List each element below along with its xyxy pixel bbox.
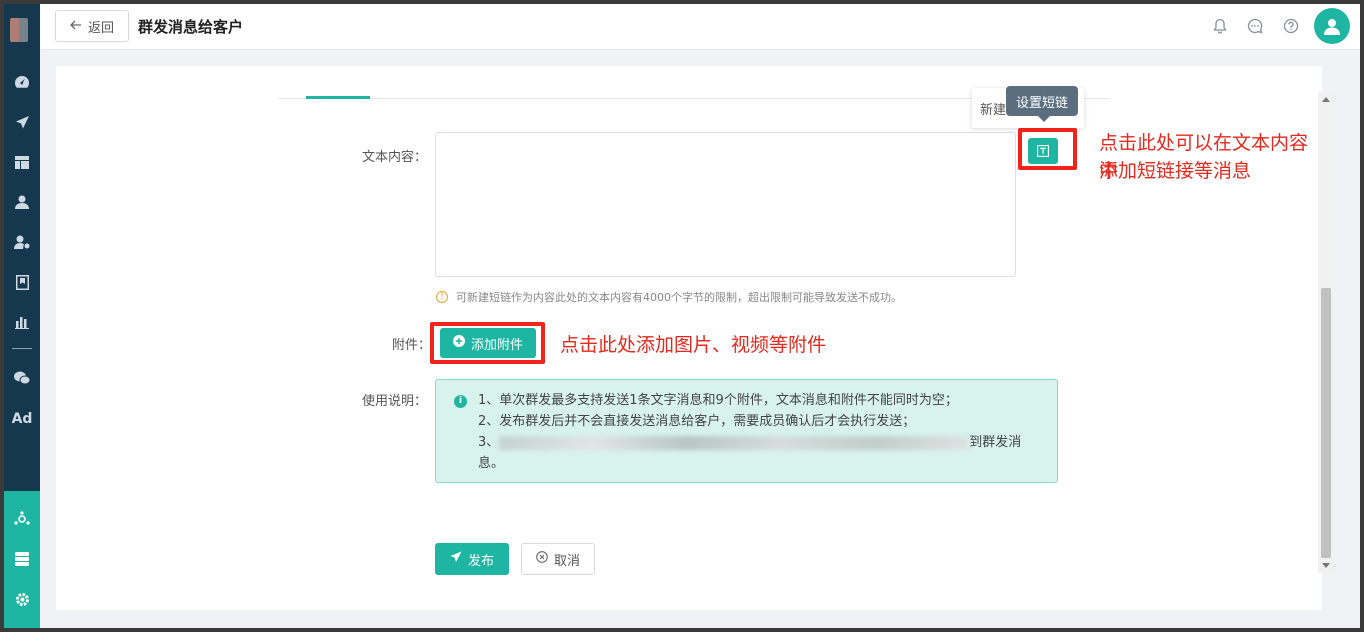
avatar[interactable]: [1314, 8, 1350, 44]
server-icon[interactable]: [4, 547, 40, 571]
attachment-annotation: 点击此处添加图片、视频等附件: [560, 334, 827, 356]
hint-text: 可新建短链作为内容此处的文本内容有4000个字节的限制，超出限制可能导致发送不成…: [456, 291, 902, 304]
text-content-input[interactable]: [435, 132, 1016, 277]
send-icon: [450, 551, 462, 567]
network-icon[interactable]: [4, 507, 40, 531]
sidebar-bottom-panel: [4, 491, 40, 628]
cancel-label: 取消: [553, 553, 580, 569]
sidebar: Ad: [4, 4, 40, 628]
cancel-button[interactable]: 取消: [521, 543, 595, 575]
shortlink-highlight: [1018, 128, 1077, 170]
attachment-highlight: [430, 322, 545, 364]
close-circle-icon: [536, 551, 548, 567]
main-card: 文本内容： 新建 设置短链 点击此处可以在文本内容中 添加短链接等消息 ! 可新…: [56, 66, 1334, 610]
gear-icon[interactable]: [4, 587, 40, 611]
usage-line-2: 2、发布群发后并不会直接发送消息给客户，需要成员确认后才会执行发送；: [478, 414, 916, 429]
back-button[interactable]: 返回: [55, 10, 129, 42]
text-limit-hint: ! 可新建短链作为内容此处的文本内容有4000个字节的限制，超出限制可能导致发送…: [436, 289, 902, 305]
usage-line-4: 息。: [478, 456, 505, 471]
dashboard-icon[interactable]: [4, 70, 40, 94]
user-icon[interactable]: [4, 190, 40, 214]
publish-label: 发布: [467, 553, 494, 569]
active-tab-indicator[interactable]: [306, 96, 370, 99]
vertical-scrollbar[interactable]: [1318, 92, 1334, 573]
usage-line-1: 1、单次群发最多支持发送1条文字消息和9个附件，文本消息和附件不能同时为空；: [478, 393, 958, 408]
page-title: 群发消息给客户: [138, 18, 244, 36]
popup-new-label[interactable]: 新建: [980, 99, 1006, 118]
scrollbar-thumb[interactable]: [1321, 288, 1331, 558]
app-window: Ad 返回 群发消息给客户 文本内容： 新建 设置短链 点击此处可以在文本内容中…: [4, 4, 1360, 628]
bookmark-icon[interactable]: [4, 270, 40, 294]
usage-line-3: 3、 到群发消: [478, 435, 1022, 450]
layout-icon[interactable]: [4, 150, 40, 174]
scroll-up-icon[interactable]: [1322, 97, 1330, 102]
info-icon: i: [454, 395, 467, 408]
bar-chart-icon[interactable]: [4, 310, 40, 334]
text-content-label: 文本内容：: [362, 150, 428, 165]
usage-label: 使用说明：: [362, 394, 428, 409]
warning-icon: !: [436, 291, 448, 303]
redacted-text: [499, 435, 970, 450]
arrow-left-icon: [70, 19, 82, 34]
send-icon[interactable]: [4, 110, 40, 134]
wechat-icon[interactable]: [4, 366, 40, 390]
app-logo: [10, 18, 28, 42]
shortlink-annotation-line2: 添加短链接等消息: [1099, 160, 1252, 182]
help-icon[interactable]: [1282, 17, 1300, 35]
ad-icon[interactable]: Ad: [4, 407, 40, 431]
scroll-down-icon[interactable]: [1322, 563, 1330, 568]
top-header: 返回 群发消息给客户: [40, 4, 1360, 50]
usage-info-box: i 1、单次群发最多支持发送1条文字消息和9个附件，文本消息和附件不能同时为空；…: [435, 379, 1058, 483]
back-label: 返回: [87, 20, 114, 36]
publish-button[interactable]: 发布: [435, 543, 509, 575]
user-settings-icon[interactable]: [4, 230, 40, 254]
sidebar-divider: [12, 348, 32, 349]
attachment-label: 附件：: [392, 338, 432, 353]
chat-icon[interactable]: [1246, 17, 1264, 35]
set-shortlink-tooltip: 设置短链: [1006, 86, 1078, 122]
bell-icon[interactable]: [1211, 17, 1229, 35]
